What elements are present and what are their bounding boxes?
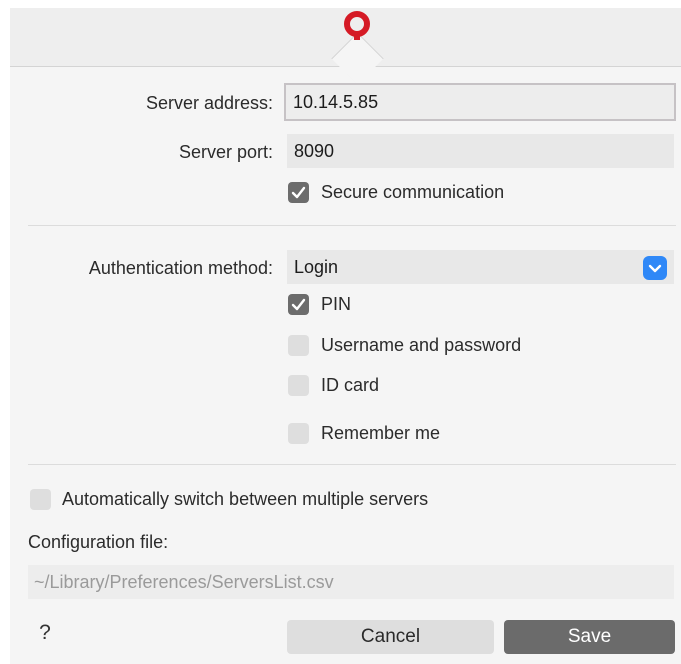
auto-switch-servers-checkbox[interactable] [30, 489, 51, 510]
auth-method-select[interactable]: Login [287, 250, 674, 284]
server-address-label: Server address: [145, 93, 273, 113]
id-card-label: ID card [321, 375, 380, 395]
username-password-checkbox[interactable] [288, 335, 309, 356]
auto-switch-servers-label: Automatically switch between multiple se… [62, 489, 429, 509]
chevron-down-icon[interactable] [643, 256, 667, 280]
config-file-path-field[interactable]: ~/Library/Preferences/ServersList.csv [28, 565, 674, 599]
divider [28, 225, 676, 226]
auth-method-label: Authentication method: [88, 258, 273, 278]
checkmark-icon [291, 186, 306, 199]
save-button[interactable]: Save [504, 620, 675, 654]
checkmark-icon [291, 298, 306, 311]
auth-method-value: Login [294, 256, 339, 277]
server-address-input[interactable]: 10.14.5.85 [284, 83, 676, 121]
remember-me-checkbox[interactable] [288, 423, 309, 444]
pin-checkbox[interactable] [288, 294, 309, 315]
username-password-label: Username and password [321, 335, 522, 355]
divider [28, 464, 676, 465]
q-logo-icon[interactable] [341, 10, 373, 42]
server-port-input[interactable]: 8090 [287, 134, 674, 168]
secure-communication-label: Secure communication [321, 182, 505, 202]
server-port-label: Server port: [178, 142, 273, 162]
config-file-label: Configuration file: [28, 532, 169, 552]
remember-me-label: Remember me [321, 423, 441, 443]
pin-label: PIN [321, 294, 352, 314]
help-button[interactable]: ? [33, 619, 57, 647]
secure-communication-checkbox[interactable] [288, 182, 309, 203]
id-card-checkbox[interactable] [288, 375, 309, 396]
cancel-button[interactable]: Cancel [287, 620, 494, 654]
